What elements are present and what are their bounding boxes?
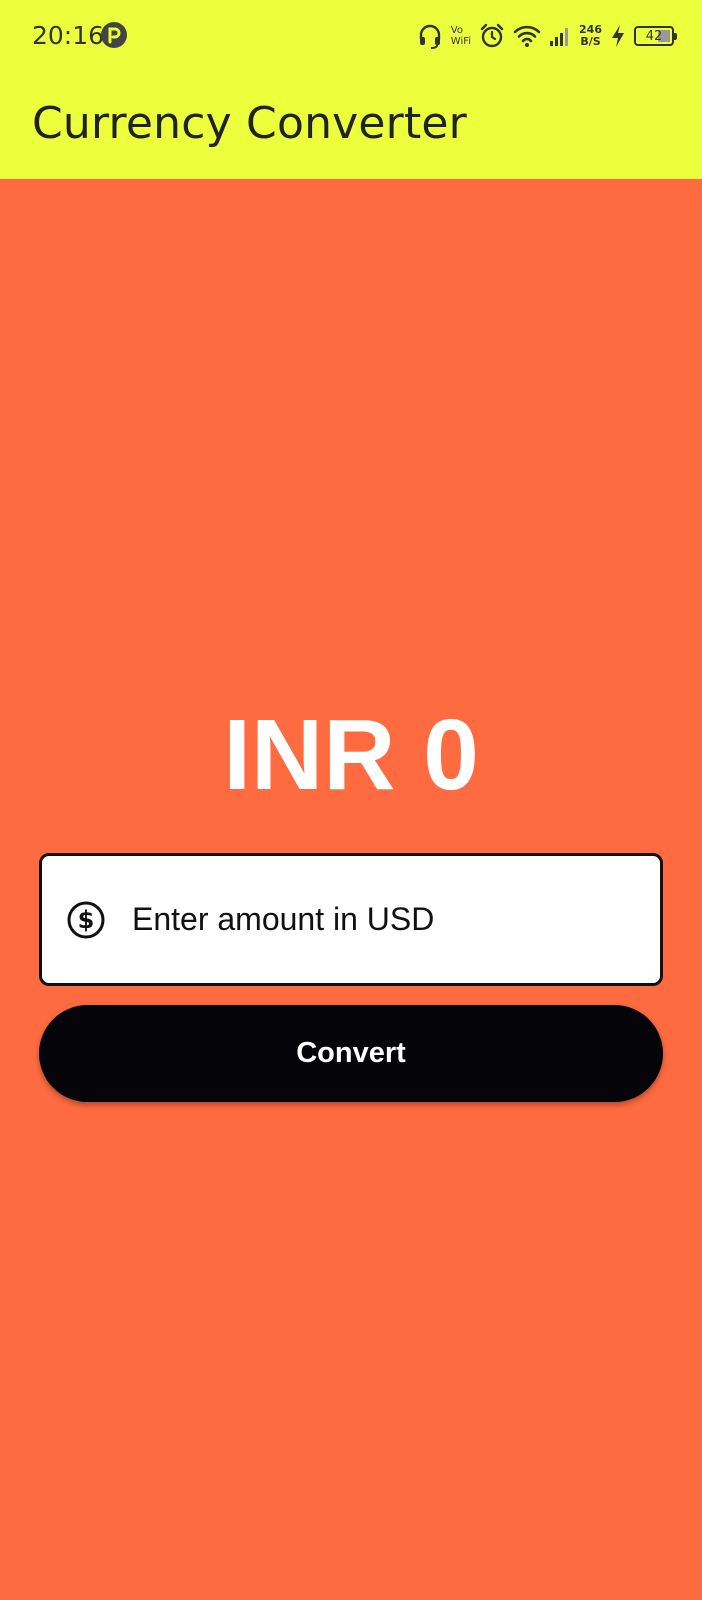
vowifi-bottom-text: WiFi (450, 36, 472, 47)
vowifi-icon: Vo WiFi (451, 25, 471, 47)
vowifi-top-text: Vo (450, 25, 463, 36)
amount-input[interactable] (132, 901, 612, 938)
convert-button[interactable]: Convert (39, 1005, 663, 1102)
conversion-result: INR 0 (223, 699, 479, 811)
amount-field[interactable]: $ (39, 853, 663, 986)
net-speed-unit: B/S (580, 35, 601, 48)
app-notification-icon (101, 22, 127, 48)
alarm-icon (480, 23, 504, 48)
status-icons: Vo WiFi 246 B/S 42 (417, 18, 677, 54)
wifi-icon (513, 25, 541, 47)
app-title: Currency Converter (32, 98, 467, 149)
battery-icon: 42 (634, 26, 677, 46)
svg-text:$: $ (78, 906, 95, 934)
status-bar: 20:16 Vo WiFi 246 B/S 42 (0, 0, 702, 72)
net-speed-indicator: 246 B/S (579, 24, 602, 48)
charging-icon (612, 25, 624, 47)
app-top-area: 20:16 Vo WiFi 246 B/S 42 Currency Conver… (0, 0, 702, 179)
signal-icon (550, 28, 569, 46)
dollar-circle-icon: $ (67, 901, 105, 938)
headset-icon (419, 24, 440, 49)
status-time: 20:16 (32, 21, 105, 50)
battery-level: 42 (645, 28, 663, 44)
